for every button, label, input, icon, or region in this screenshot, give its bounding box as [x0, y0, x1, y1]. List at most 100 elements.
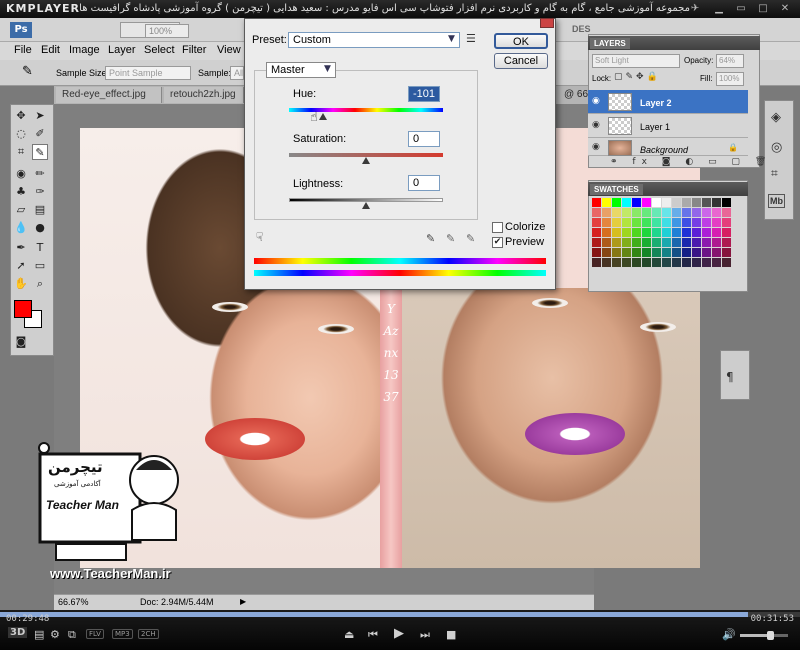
stamp-tool-icon[interactable]: ♣ — [13, 184, 29, 200]
swatch[interactable] — [622, 198, 631, 207]
menu-image[interactable]: Image — [69, 44, 100, 56]
swatch[interactable] — [632, 228, 641, 237]
swatch[interactable] — [632, 198, 641, 207]
swatch[interactable] — [712, 238, 721, 247]
swatch[interactable] — [702, 218, 711, 227]
preset-select[interactable]: Custom — [288, 32, 460, 48]
swatch[interactable] — [642, 198, 651, 207]
swatch[interactable] — [722, 238, 731, 247]
lightness-input[interactable]: 0 — [408, 175, 440, 191]
swatch[interactable] — [622, 208, 631, 217]
swatch[interactable] — [712, 218, 721, 227]
swatch[interactable] — [592, 258, 601, 267]
menu-edit[interactable]: Edit — [41, 44, 60, 56]
swatch[interactable] — [672, 248, 681, 257]
spot-heal-tool-icon[interactable]: ◉ — [13, 166, 29, 182]
lasso-tool-icon[interactable]: ◌ — [13, 126, 29, 142]
eyedropper-icon[interactable]: ✎ — [426, 232, 435, 245]
swatch[interactable] — [722, 248, 731, 257]
swatch[interactable] — [692, 238, 701, 247]
move-tool-icon[interactable]: ✥ — [13, 108, 29, 124]
swatch[interactable] — [662, 248, 671, 257]
layers-tab[interactable]: LAYERS — [590, 38, 630, 49]
swatch[interactable] — [602, 238, 611, 247]
visibility-eye-icon[interactable]: ◉ — [592, 96, 600, 106]
tab-retouch[interactable]: retouch2zh.jpg — [164, 87, 244, 103]
swatch[interactable] — [672, 218, 681, 227]
swatch[interactable] — [642, 238, 651, 247]
menu-file[interactable]: File — [14, 44, 32, 56]
swatch[interactable] — [702, 198, 711, 207]
swatch[interactable] — [622, 218, 631, 227]
swatch[interactable] — [602, 258, 611, 267]
swatch[interactable] — [712, 248, 721, 257]
chevron-down-icon[interactable]: ▼ — [448, 34, 455, 44]
swatch[interactable] — [642, 248, 651, 257]
swatch[interactable] — [592, 228, 601, 237]
hue-input[interactable]: -101 — [408, 86, 440, 102]
ok-button[interactable]: OK — [494, 33, 548, 49]
swatch[interactable] — [722, 208, 731, 217]
playlist-icon[interactable]: ▤ — [34, 628, 44, 641]
swatch[interactable] — [612, 258, 621, 267]
swatch[interactable] — [672, 208, 681, 217]
swatch[interactable] — [592, 248, 601, 257]
swatch[interactable] — [592, 208, 601, 217]
swatch[interactable] — [592, 238, 601, 247]
swatch[interactable] — [612, 238, 621, 247]
swatch[interactable] — [682, 198, 691, 207]
swatch[interactable] — [652, 228, 661, 237]
status-arrow-icon[interactable]: ▶ — [240, 597, 246, 606]
layer-name[interactable]: Layer 2 — [640, 98, 672, 108]
fill-input[interactable]: 100% — [716, 72, 744, 86]
swatch[interactable] — [652, 258, 661, 267]
visibility-eye-icon[interactable]: ◉ — [592, 120, 600, 130]
swatch[interactable] — [722, 228, 731, 237]
compact-icon[interactable]: ▭ — [734, 2, 748, 16]
swatch[interactable] — [702, 248, 711, 257]
3d-icon[interactable]: 3D — [8, 627, 28, 638]
swatch[interactable] — [632, 248, 641, 257]
zoom-level-box[interactable]: 100% — [145, 24, 189, 38]
swatch[interactable] — [612, 208, 621, 217]
swatch[interactable] — [632, 218, 641, 227]
layer-name[interactable]: Background — [640, 145, 688, 155]
swatch[interactable] — [712, 258, 721, 267]
swatch[interactable] — [622, 258, 631, 267]
swatch[interactable] — [622, 228, 631, 237]
swatch[interactable] — [652, 208, 661, 217]
character-panel-icon[interactable]: ¶ — [726, 370, 734, 384]
saturation-input[interactable]: 0 — [408, 131, 440, 147]
next-icon[interactable]: ⏭ — [420, 628, 430, 642]
volume-slider-thumb[interactable] — [767, 631, 774, 640]
crop-tool-icon[interactable]: ⌗ — [13, 144, 29, 160]
swatch[interactable] — [602, 208, 611, 217]
swatch[interactable] — [662, 258, 671, 267]
workspace-switcher[interactable]: DES — [572, 24, 591, 34]
swatch[interactable] — [622, 248, 631, 257]
play-icon[interactable]: ▶ — [394, 626, 404, 641]
lightness-slider-thumb[interactable] — [362, 202, 370, 209]
sample-select[interactable]: All — [230, 66, 244, 80]
dodge-tool-icon[interactable]: ● — [32, 220, 48, 236]
transform-icon[interactable]: ⌗ — [771, 166, 778, 181]
swatch[interactable] — [642, 258, 651, 267]
menu-layer[interactable]: Layer — [108, 44, 136, 56]
swatch[interactable] — [662, 228, 671, 237]
menu-view[interactable]: View — [217, 44, 241, 56]
swatch[interactable] — [642, 208, 651, 217]
tab-red-eye[interactable]: Red-eye_effect.jpg — [56, 87, 162, 103]
swatch[interactable] — [632, 238, 641, 247]
layer-name[interactable]: Layer 1 — [640, 122, 670, 132]
dialog-close-icon[interactable] — [540, 18, 554, 28]
swatch[interactable] — [682, 218, 691, 227]
quick-select-tool-icon[interactable]: ✐ — [32, 126, 48, 142]
pen-tool-icon[interactable]: ✒ — [13, 240, 29, 256]
status-zoom[interactable]: 66.67% — [58, 597, 89, 607]
swatch[interactable] — [712, 198, 721, 207]
swatch[interactable] — [652, 218, 661, 227]
opacity-input[interactable]: 64% — [716, 54, 744, 68]
colorize-checkbox[interactable] — [492, 222, 503, 233]
type-tool-icon[interactable]: T — [32, 240, 48, 256]
swatch[interactable] — [612, 228, 621, 237]
